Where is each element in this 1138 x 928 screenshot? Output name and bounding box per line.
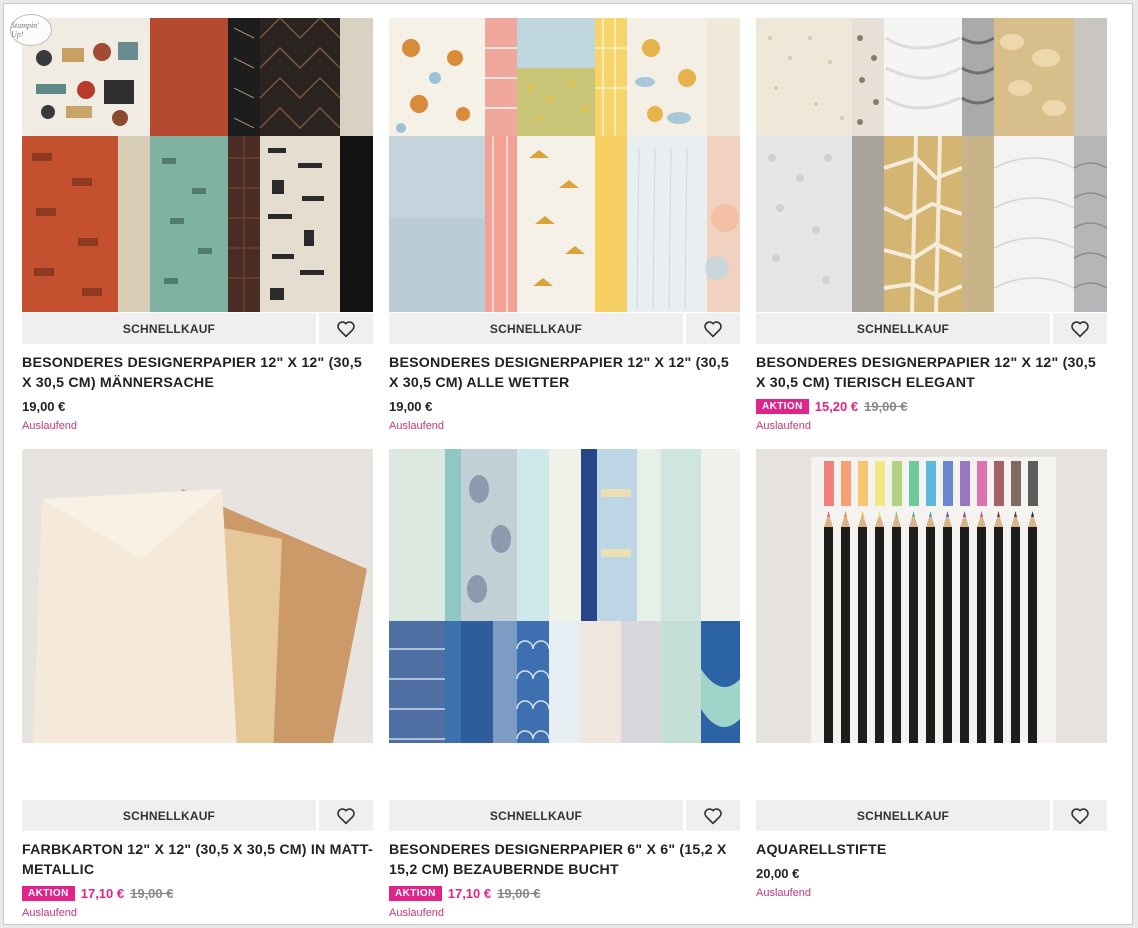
product-image[interactable] bbox=[389, 449, 740, 743]
pencil-body bbox=[824, 527, 833, 743]
pencil-body bbox=[960, 527, 969, 743]
quick-buy-button[interactable]: SCHNELLKAUF bbox=[756, 800, 1050, 831]
favorite-button[interactable] bbox=[686, 800, 740, 831]
original-price: 19,00 € bbox=[497, 885, 541, 901]
sale-price: 17,10 € bbox=[447, 885, 492, 901]
product-title[interactable]: BESONDERES DESIGNERPAPIER 6" X 6" (15,2 … bbox=[389, 840, 740, 880]
sale-badge: AKTION bbox=[756, 398, 809, 414]
color-swatch bbox=[994, 461, 1004, 506]
color-swatch bbox=[824, 461, 834, 506]
product-image[interactable] bbox=[22, 449, 373, 743]
favorite-button[interactable] bbox=[319, 800, 373, 831]
color-swatch bbox=[875, 461, 885, 506]
product-price: 19,00 € bbox=[389, 397, 740, 415]
pencil-body bbox=[909, 527, 918, 743]
sale-badge: AKTION bbox=[389, 885, 442, 901]
status-label: Auslaufend bbox=[389, 420, 445, 432]
product-card-aquarellstifte-info: SCHNELLKAUF AQUARELLSTIFTE 20,00 € Ausla… bbox=[756, 799, 1107, 899]
product-title[interactable]: BESONDERES DESIGNERPAPIER 12" X 12" (30,… bbox=[756, 353, 1107, 393]
color-swatch bbox=[977, 461, 987, 506]
pencil-body bbox=[875, 527, 884, 743]
product-card-bezaubernde-bucht-info: SCHNELLKAUF BESONDERES DESIGNERPAPIER 6"… bbox=[389, 799, 740, 919]
product-card-maennersache: SCHNELLKAUF BESONDERES DESIGNERPAPIER 12… bbox=[22, 18, 373, 432]
favorite-button[interactable] bbox=[319, 313, 373, 344]
color-swatch bbox=[858, 461, 868, 506]
product-card-alle-wetter: SCHNELLKAUF BESONDERES DESIGNERPAPIER 12… bbox=[389, 18, 740, 432]
product-title[interactable]: BESONDERES DESIGNERPAPIER 12" X 12" (30,… bbox=[22, 353, 373, 393]
product-image[interactable] bbox=[389, 18, 740, 312]
heart-icon bbox=[1071, 320, 1089, 337]
color-swatch bbox=[909, 461, 919, 506]
product-card-tierisch-elegant: SCHNELLKAUF BESONDERES DESIGNERPAPIER 12… bbox=[756, 18, 1107, 432]
color-swatch bbox=[1011, 461, 1021, 506]
pencil-body bbox=[1028, 527, 1037, 743]
color-swatch bbox=[943, 461, 953, 506]
heart-icon bbox=[704, 807, 722, 824]
original-price: 19,00 € bbox=[864, 398, 908, 414]
product-price: AKTION 17,10 € 19,00 € bbox=[389, 884, 740, 902]
quick-buy-button[interactable]: SCHNELLKAUF bbox=[756, 313, 1050, 344]
color-swatch bbox=[1028, 461, 1038, 506]
price-value: 20,00 € bbox=[756, 865, 800, 881]
quick-buy-button[interactable]: SCHNELLKAUF bbox=[22, 313, 316, 344]
product-image[interactable] bbox=[756, 449, 1107, 743]
product-image[interactable] bbox=[22, 18, 373, 312]
color-swatch bbox=[892, 461, 902, 506]
color-swatch bbox=[960, 461, 970, 506]
quick-buy-button[interactable]: SCHNELLKAUF bbox=[22, 800, 316, 831]
price-value: 19,00 € bbox=[389, 398, 433, 414]
status-label: Auslaufend bbox=[389, 907, 445, 919]
product-price: AKTION 17,10 € 19,00 € bbox=[22, 884, 373, 902]
sale-price: 15,20 € bbox=[814, 398, 859, 414]
heart-icon bbox=[337, 320, 355, 337]
status-label: Auslaufend bbox=[756, 887, 812, 899]
product-price: AKTION 15,20 € 19,00 € bbox=[756, 397, 1107, 415]
status-label: Auslaufend bbox=[756, 420, 812, 432]
pencil-body bbox=[926, 527, 935, 743]
heart-icon bbox=[704, 320, 722, 337]
sale-badge: AKTION bbox=[22, 885, 75, 901]
favorite-button[interactable] bbox=[1053, 313, 1107, 344]
pencil-body bbox=[943, 527, 952, 743]
product-card-matt-metallic-info: SCHNELLKAUF FARBKARTON 12" X 12" (30,5 X… bbox=[22, 799, 373, 919]
product-image[interactable] bbox=[756, 18, 1107, 312]
pencil-body bbox=[994, 527, 1003, 743]
product-title[interactable]: FARBKARTON 12" X 12" (30,5 X 30,5 CM) IN… bbox=[22, 840, 373, 880]
product-card-bezaubernde-bucht bbox=[389, 449, 740, 743]
product-title[interactable]: BESONDERES DESIGNERPAPIER 12" X 12" (30,… bbox=[389, 353, 740, 393]
favorite-button[interactable] bbox=[1053, 800, 1107, 831]
product-title[interactable]: AQUARELLSTIFTE bbox=[756, 840, 1107, 860]
product-grid: Stampin' Up! SCHNELLKAUF BESONDERES DESI… bbox=[3, 3, 1133, 925]
color-swatch bbox=[841, 461, 851, 506]
pencil-body bbox=[841, 527, 850, 743]
product-price: 19,00 € bbox=[22, 397, 373, 415]
quick-buy-button[interactable]: SCHNELLKAUF bbox=[389, 800, 683, 831]
pencil-body bbox=[1011, 527, 1020, 743]
heart-icon bbox=[1071, 807, 1089, 824]
favorite-button[interactable] bbox=[686, 313, 740, 344]
status-label: Auslaufend bbox=[22, 907, 78, 919]
color-swatch bbox=[926, 461, 936, 506]
sale-price: 17,10 € bbox=[80, 885, 125, 901]
stampin-up-logo: Stampin' Up! bbox=[10, 14, 52, 46]
product-card-aquarellstifte bbox=[756, 449, 1107, 743]
price-value: 19,00 € bbox=[22, 398, 66, 414]
product-card-matt-metallic bbox=[22, 449, 373, 743]
quick-buy-button[interactable]: SCHNELLKAUF bbox=[389, 313, 683, 344]
original-price: 19,00 € bbox=[130, 885, 174, 901]
pencil-body bbox=[858, 527, 867, 743]
pencil-body bbox=[892, 527, 901, 743]
product-price: 20,00 € bbox=[756, 864, 1107, 882]
status-label: Auslaufend bbox=[22, 420, 78, 432]
pencil-body bbox=[977, 527, 986, 743]
heart-icon bbox=[337, 807, 355, 824]
